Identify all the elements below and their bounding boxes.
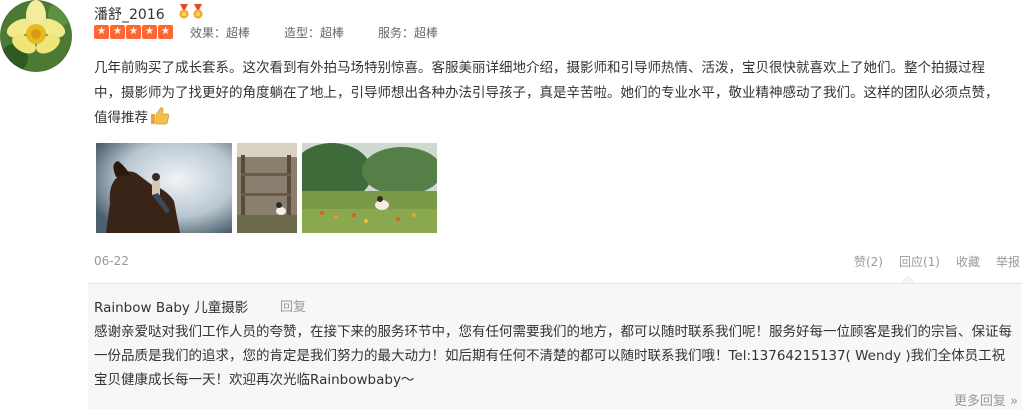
horse-rider-photo-icon bbox=[96, 143, 232, 233]
star-icon: ★ bbox=[110, 25, 125, 39]
medal-icon bbox=[192, 4, 204, 19]
star-icon: ★ bbox=[142, 25, 157, 39]
score-service: 服务：超棒 bbox=[378, 26, 439, 40]
review-date: 06-22 bbox=[94, 254, 129, 268]
lotus-flower-icon bbox=[0, 0, 72, 72]
reply-text: 感谢亲爱哒对我们工作人员的夸赞，在接下来的服务环节中，您有任何需要我们的地方，都… bbox=[94, 324, 1012, 388]
sub-scores: 效果：超棒 造型：超棒 服务：超棒 bbox=[190, 24, 472, 41]
username[interactable]: 潘舒_2016 bbox=[94, 4, 165, 24]
more-replies-link[interactable]: 更多回复 » bbox=[954, 390, 1018, 409]
review-photos bbox=[96, 143, 437, 233]
stable-dog-photo-icon bbox=[237, 143, 297, 233]
medal-icon bbox=[178, 4, 190, 19]
report-button[interactable]: 举报 bbox=[996, 253, 1020, 270]
reply-button[interactable]: 回复 bbox=[280, 296, 306, 315]
review-text-content: 几年前购买了成长套系。这次看到有外拍马场特别惊喜。客服美丽详细地介绍，摄影师和引… bbox=[94, 60, 999, 126]
review-text: 几年前购买了成长套系。这次看到有外拍马场特别惊喜。客服美丽详细地介绍，摄影师和引… bbox=[94, 56, 1000, 134]
score-effect: 效果：超棒 bbox=[190, 26, 251, 40]
photo-thumbnail[interactable] bbox=[237, 143, 297, 233]
star-icon: ★ bbox=[126, 25, 141, 39]
shop-name[interactable]: Rainbow Baby 儿童摄影 bbox=[94, 296, 248, 316]
merchant-reply: Rainbow Baby 儿童摄影 回复 感谢亲爱哒对我们工作人员的夸赞，在接下… bbox=[88, 283, 1022, 409]
star-icon: ★ bbox=[94, 25, 109, 39]
user-medals bbox=[178, 4, 204, 19]
flower-field-photo-icon bbox=[302, 143, 437, 233]
user-avatar[interactable] bbox=[0, 0, 72, 72]
reply-pointer bbox=[901, 276, 915, 283]
score-styling: 造型：超棒 bbox=[284, 26, 345, 40]
star-rating: ★ ★ ★ ★ ★ bbox=[94, 25, 173, 39]
favorite-button[interactable]: 收藏 bbox=[956, 253, 980, 270]
photo-thumbnail[interactable] bbox=[302, 143, 437, 233]
thumbs-up-icon bbox=[150, 107, 170, 134]
photo-thumbnail[interactable] bbox=[96, 143, 232, 233]
like-button[interactable]: 赞(2) bbox=[854, 253, 883, 270]
star-icon: ★ bbox=[158, 25, 173, 39]
reply-count-button[interactable]: 回应(1) bbox=[899, 253, 940, 270]
review-actions: 赞(2) 回应(1) 收藏 举报 bbox=[838, 253, 1020, 270]
